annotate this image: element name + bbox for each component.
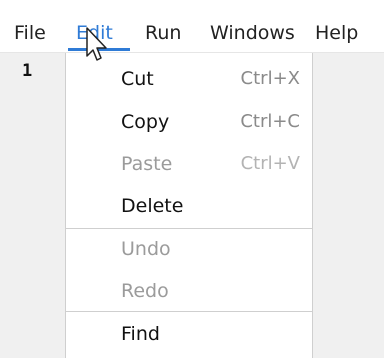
menu-item-shortcut: Ctrl+X	[240, 68, 300, 89]
menu-file[interactable]: File	[14, 21, 46, 45]
edit-menu-dropdown: Cut Ctrl+X Copy Ctrl+C Paste Ctrl+V Dele…	[65, 53, 313, 358]
menu-item-shortcut: Ctrl+V	[240, 153, 300, 174]
menu-item-label: Paste	[121, 153, 173, 175]
mouse-pointer-icon	[86, 27, 107, 61]
menu-item-find[interactable]: Find	[66, 314, 312, 354]
menu-item-label: Delete	[121, 195, 184, 217]
menu-item-label: Undo	[121, 238, 171, 260]
app-window: File Edit Run Windows Help 1 Cut Ctrl+X …	[0, 0, 384, 358]
menu-bar: File Edit Run Windows Help	[0, 0, 384, 53]
menu-item-shortcut: Ctrl+C	[240, 111, 300, 132]
menu-item-label: Redo	[121, 280, 169, 302]
menu-help[interactable]: Help	[315, 21, 358, 45]
menu-windows[interactable]: Windows	[210, 21, 295, 45]
menu-item-label: Find	[121, 323, 160, 345]
menu-item-paste: Paste Ctrl+V	[66, 144, 312, 184]
menu-item-delete[interactable]: Delete	[66, 186, 312, 226]
menu-run[interactable]: Run	[145, 21, 181, 45]
menu-item-label: Cut	[121, 68, 154, 90]
menu-separator	[66, 311, 312, 312]
menu-item-label: Copy	[121, 111, 170, 133]
menu-item-undo: Undo	[66, 229, 312, 269]
menu-item-copy[interactable]: Copy Ctrl+C	[66, 102, 312, 142]
menu-item-redo: Redo	[66, 271, 312, 311]
line-number: 1	[22, 61, 33, 81]
menu-item-cut[interactable]: Cut Ctrl+X	[66, 59, 312, 99]
